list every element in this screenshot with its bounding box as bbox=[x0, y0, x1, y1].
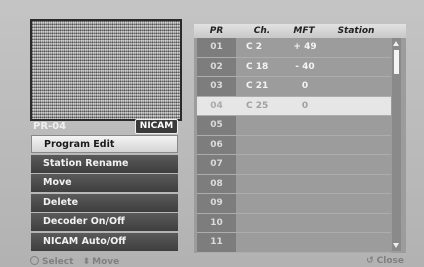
cell-mft: - 40 bbox=[295, 61, 315, 72]
scroll-up-icon[interactable] bbox=[393, 41, 399, 46]
cell-pr: 06 bbox=[210, 139, 223, 150]
footer-close: ↺ Close bbox=[366, 256, 404, 266]
cell-pr: 05 bbox=[210, 120, 223, 130]
table-row[interactable]: 05 bbox=[197, 116, 391, 136]
select-hint: Select bbox=[42, 257, 74, 267]
footer-select-move: Select ⬍ Move bbox=[30, 256, 119, 267]
up-down-arrow-icon: ⬍ bbox=[82, 257, 91, 267]
table-row[interactable]: 07 bbox=[197, 155, 391, 175]
menu-item-nicam-toggle[interactable]: NICAM Auto/Off bbox=[31, 232, 178, 251]
table-row[interactable]: 06 bbox=[197, 136, 391, 155]
channel-table: PR Ch. MFT Station 01 C 2 + 49 02 C 18 - 40 03… bbox=[194, 24, 406, 253]
cell-ch: C 18 bbox=[246, 61, 269, 72]
table-row[interactable]: 03 C 21 0 bbox=[197, 77, 391, 97]
table-row[interactable]: 04 C 25 0 bbox=[197, 96, 391, 116]
table-header: PR Ch. MFT Station bbox=[194, 24, 406, 38]
menu-item-program-edit[interactable]: Program Edit bbox=[31, 135, 178, 153]
cell-mft: 0 bbox=[301, 81, 309, 91]
cell-pr: 11 bbox=[210, 237, 223, 247]
cell-ch bbox=[246, 155, 286, 174]
menu-item-station-rename[interactable]: Station Rename bbox=[31, 154, 178, 173]
footer-hints: Select ⬍ Move ↺ Close bbox=[0, 256, 424, 267]
cell-ch bbox=[246, 194, 286, 213]
cell-pr: 02 bbox=[210, 61, 223, 72]
cell-mft bbox=[285, 136, 325, 155]
table-row[interactable]: 02 C 18 - 40 bbox=[197, 58, 391, 77]
cell-ch bbox=[246, 175, 286, 194]
cell-mft bbox=[285, 214, 325, 233]
tv-preview bbox=[30, 19, 182, 121]
cell-ch: C 2 bbox=[246, 42, 263, 52]
cell-pr: 07 bbox=[210, 159, 223, 169]
move-hint: Move bbox=[92, 257, 120, 267]
cell-mft bbox=[285, 175, 325, 194]
scroll-down-icon[interactable] bbox=[393, 243, 399, 248]
table-row[interactable]: 10 bbox=[197, 214, 391, 233]
menu-item-move[interactable]: Move bbox=[31, 174, 178, 192]
cell-mft: + 49 bbox=[293, 42, 317, 52]
option-menu: Program Edit Station Rename Move Delete … bbox=[31, 135, 178, 252]
header-ch: Ch. bbox=[253, 26, 271, 36]
nicam-badge: NICAM bbox=[135, 119, 178, 134]
return-icon: ↺ bbox=[366, 256, 374, 266]
scroll-thumb[interactable] bbox=[394, 50, 399, 74]
cell-mft bbox=[285, 194, 325, 213]
cell-ch bbox=[246, 233, 286, 252]
cell-ch bbox=[246, 116, 286, 135]
cell-pr: 09 bbox=[210, 198, 223, 208]
cell-ch bbox=[246, 214, 286, 233]
circle-button-icon bbox=[30, 256, 39, 265]
cell-pr: 03 bbox=[210, 81, 223, 91]
close-hint: Close bbox=[376, 256, 404, 266]
preview-channel-label: PR-04 bbox=[33, 121, 67, 132]
menu-item-delete[interactable]: Delete bbox=[31, 193, 178, 212]
cell-pr: 08 bbox=[210, 178, 223, 189]
table-row[interactable]: 01 C 2 + 49 bbox=[197, 38, 391, 58]
table-row[interactable]: 11 bbox=[197, 233, 391, 253]
menu-item-decoder-toggle[interactable]: Decoder On/Off bbox=[31, 213, 178, 231]
cell-mft bbox=[285, 233, 325, 252]
scrollbar[interactable] bbox=[392, 38, 401, 251]
cell-pr: 04 bbox=[210, 100, 223, 111]
cell-mft: 0 bbox=[301, 100, 309, 111]
cell-mft bbox=[285, 155, 325, 174]
cell-mft bbox=[285, 116, 325, 135]
cell-ch bbox=[246, 136, 286, 155]
table-row[interactable]: 09 bbox=[197, 194, 391, 214]
cell-pr: 01 bbox=[210, 42, 223, 52]
program-edit-screen: PR-04 NICAM Program Edit Station Rename … bbox=[0, 0, 424, 267]
cell-pr: 10 bbox=[210, 217, 223, 228]
table-row[interactable]: 08 bbox=[197, 175, 391, 194]
cell-ch: C 25 bbox=[246, 100, 269, 111]
cell-ch: C 21 bbox=[246, 81, 269, 91]
header-station: Station bbox=[337, 26, 375, 36]
header-mft: MFT bbox=[293, 26, 315, 36]
header-pr: PR bbox=[209, 26, 224, 36]
